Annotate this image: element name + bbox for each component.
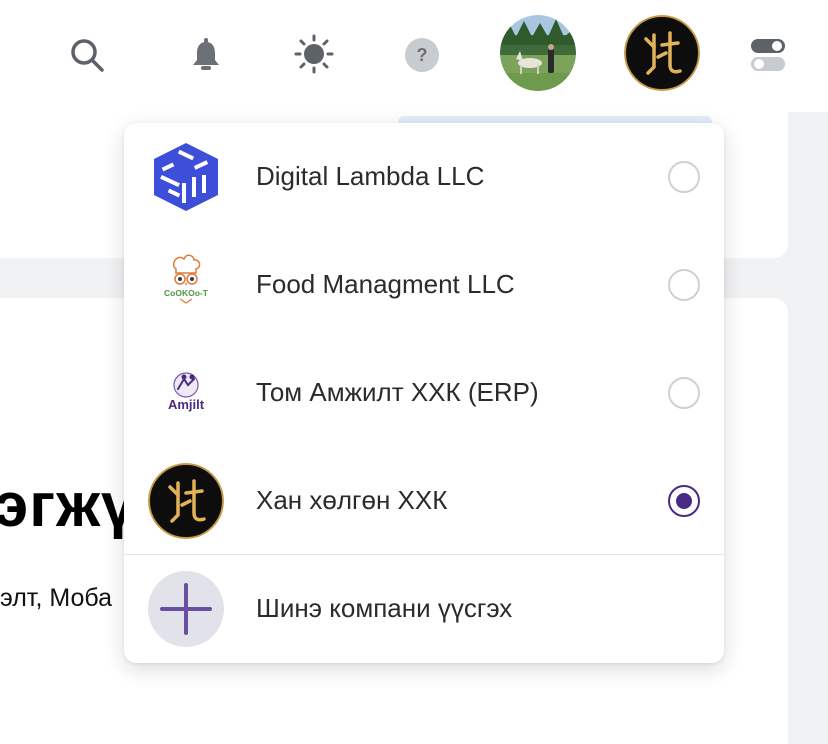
company-radio-selected[interactable] [668,485,700,517]
amjilt-logo: Amjilt [148,355,224,431]
company-name: Digital Lambda LLC [256,161,485,191]
page-heading: эгжү [0,471,137,540]
company-avatar[interactable] [624,15,700,91]
bell-icon[interactable] [186,35,226,75]
digital-lambda-logo [148,139,224,215]
company-item-food-managment[interactable]: CoOKOo-T Food Managment LLC [124,231,724,339]
user-avatar[interactable] [500,15,576,91]
sun-icon[interactable] [293,33,335,75]
company-name: Хан хөлгөн ХХК [256,485,448,515]
help-circle: ? [405,38,439,72]
amjilt-logo-text: Amjilt [168,397,205,412]
company-name: Том Амжилт ХХК (ERP) [256,377,539,407]
top-header: ? [0,0,828,112]
toggle-icon[interactable] [748,34,788,76]
company-item-digital-lambda[interactable]: Digital Lambda LLC [124,123,724,231]
company-item-khan-khulgun[interactable]: Хан хөлгөн ХХК [124,447,724,555]
plus-icon [148,571,224,647]
company-switcher-dropdown: Digital Lambda LLC CoOKOo-T Food Managme… [124,123,724,663]
create-company-label: Шинэ компани үүсгэх [256,593,513,623]
company-item-tom-amjilt[interactable]: Amjilt Том Амжилт ХХК (ERP) [124,339,724,447]
help-glyph: ? [416,44,428,65]
company-radio[interactable] [668,161,700,193]
company-radio[interactable] [668,377,700,409]
page-subtitle: элт, Моба [0,584,113,612]
create-company-button[interactable]: Шинэ компани үүсгэх [124,555,724,663]
help-icon[interactable]: ? [404,37,440,73]
cookoo-logo-text: CoOKOo-T [164,288,209,298]
khan-khulgun-logo [148,463,224,539]
company-name: Food Managment LLC [256,269,515,299]
search-icon[interactable] [66,34,108,76]
company-radio[interactable] [668,269,700,301]
cookoo-logo: CoOKOo-T [148,247,224,323]
